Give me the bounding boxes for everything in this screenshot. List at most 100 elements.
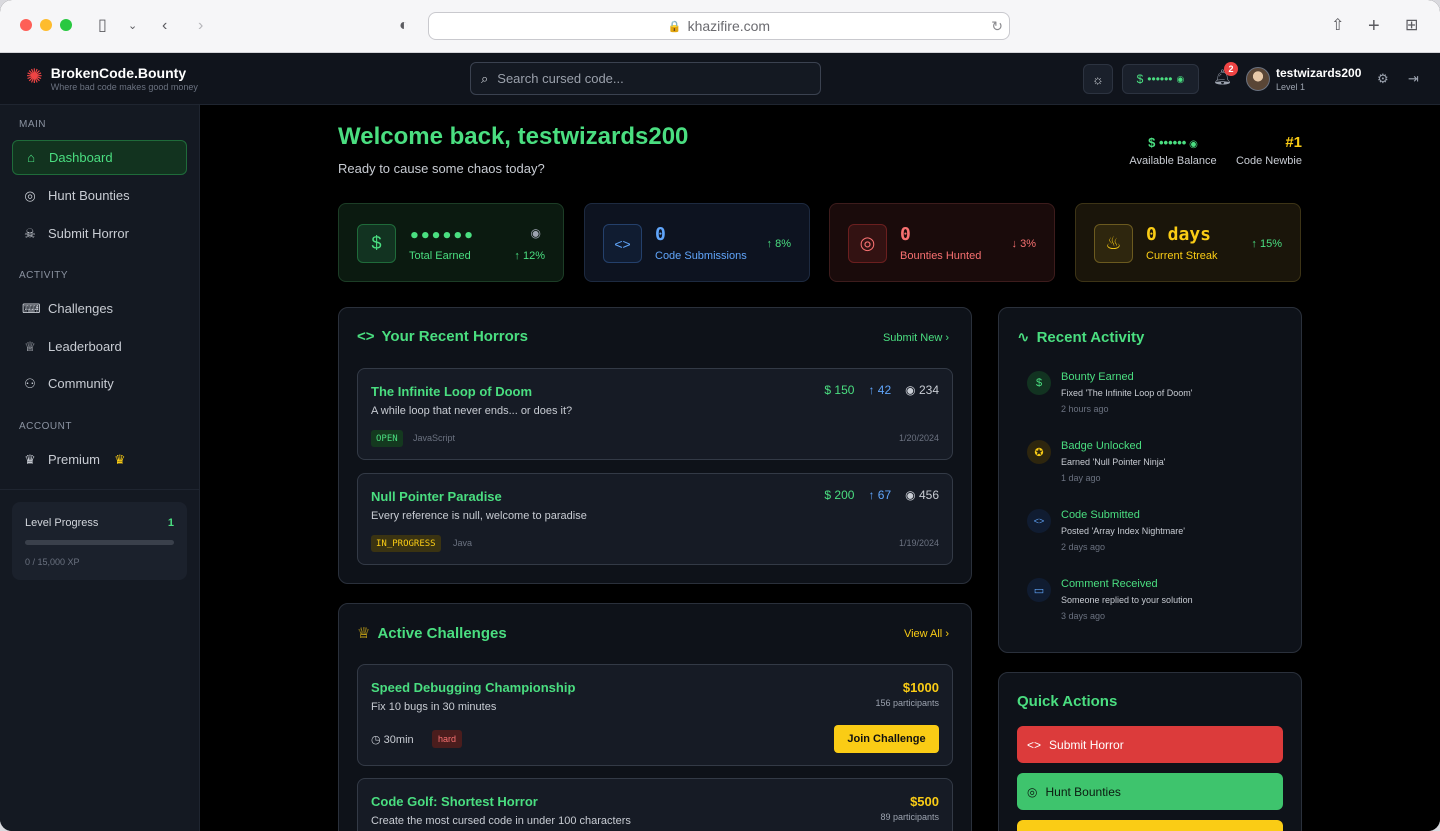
challenge-participants: 89 participants [880,812,939,822]
stat-value: 0 [900,224,911,245]
recent-activity-panel: ∿ Recent Activity $ Bounty Earned Fixed … [998,307,1302,653]
shield-icon[interactable]: ◐ [399,14,409,38]
users-icon: ⚇ [24,375,36,391]
activity-title: Bounty Earned [1061,371,1134,383]
quick-actions-title: Quick Actions [1017,693,1118,710]
challenge-reward: $1000 [902,680,939,695]
recent-horrors-panel: <> Your Recent Horrors Submit New › The … [338,307,972,584]
sidebar-item-community[interactable]: ⚇ Community [12,366,187,401]
horror-stats: $ 150 ↑ 42 ◉ 234 [824,383,939,397]
gear-icon[interactable]: ⚙ [1377,71,1389,87]
challenge-title[interactable]: Code Golf: Shortest Horror [371,794,538,809]
stat-label: Current Streak [1146,250,1218,262]
sidebar-item-label: Dashboard [49,150,113,165]
submit-new-link[interactable]: Submit New › [883,332,949,344]
stat-value: 0 days [1146,224,1212,245]
list-item[interactable]: Null Pointer Paradise Every reference is… [357,473,953,565]
horror-date: 1/19/2024 [898,538,939,548]
address-bar[interactable]: 🔒 khazifire.com ↻ [428,12,1010,40]
sidebar-item-leaderboard[interactable]: ♕ Leaderboard [12,329,187,364]
chevron-right-icon: › [945,628,949,640]
stat-label: Total Earned [409,250,471,262]
eye-icon[interactable]: ◉ [531,226,541,240]
sidebar-item-challenges[interactable]: ⌨ Challenges [12,291,187,326]
challenge-participants: 156 participants [875,698,939,708]
search-input[interactable]: ⌕ Search cursed code... [470,62,821,95]
target-icon: ◎ [1027,784,1038,799]
forward-icon[interactable]: › [198,14,203,38]
sidebar-item-submit-horror[interactable]: ☠ Submit Horror [12,216,187,251]
minimize-window-button[interactable] [40,19,52,31]
tab-overview-icon[interactable]: ⊞ [1405,14,1418,38]
rank-label: Code Newbie [1235,155,1302,167]
maximize-window-button[interactable] [60,19,72,31]
target-icon: ◎ [24,187,36,203]
close-window-button[interactable] [20,19,32,31]
challenge-description: Fix 10 bugs in 30 minutes [371,701,497,713]
view-value: 234 [918,383,939,397]
skull-icon: ☠ [24,225,36,241]
back-icon[interactable]: ‹ [162,14,167,38]
reload-icon[interactable]: ↻ [991,18,1003,35]
user-level: Level 1 [1276,82,1306,92]
page-subtitle: Ready to cause some chaos today? [338,161,545,176]
new-tab-icon[interactable]: + [1368,14,1380,38]
badge-icon: ✪ [1027,440,1051,464]
quick-action-button[interactable] [1017,820,1283,831]
horror-title[interactable]: Null Pointer Paradise [371,489,502,504]
chevron-right-icon: › [945,332,949,344]
sidebar-item-premium[interactable]: ♛ Premium ♛ [12,442,187,477]
sidebar-item-label: Hunt Bounties [48,188,130,203]
logout-icon[interactable]: ⇥ [1408,71,1419,87]
sidebar-item-label: Leaderboard [48,339,122,354]
balance-button[interactable]: $ •••••• ◉ [1122,64,1199,94]
activity-title: Comment Received [1061,578,1158,590]
activity-title: Code Submitted [1061,509,1140,521]
challenge-description: Create the most cursed code in under 100… [371,815,631,827]
list-item[interactable]: The Infinite Loop of Doom A while loop t… [357,368,953,460]
theme-toggle-button[interactable]: ☼ [1083,64,1113,94]
stat-label: Bounties Hunted [900,250,982,262]
activity-item: $ Bounty Earned Fixed 'The Infinite Loop… [1027,371,1287,421]
chevron-down-icon[interactable]: ⌄ [128,14,137,38]
vote-value: 42 [877,383,892,397]
trophy-icon: ♕ [24,338,36,354]
flame-icon: ♨ [1094,224,1133,263]
activity-time: 2 hours ago [1061,404,1109,414]
sidebar-item-dashboard[interactable]: ⌂ Dashboard [12,140,187,175]
clock-icon: ◷ [371,734,381,746]
challenge-title[interactable]: Speed Debugging Championship [371,680,575,695]
eye-icon[interactable]: ◉ [1186,139,1198,150]
target-icon: ◎ [848,224,887,263]
bounty-amount: $ 200 [824,488,855,502]
eye-icon: ◉ [1176,73,1185,84]
activity-icon: ∿ [1017,329,1030,346]
sidebar-divider [0,489,200,490]
list-item[interactable]: Code Golf: Shortest Horror Create the mo… [357,778,953,831]
sidebar-toggle-icon[interactable]: ▯ [98,14,107,38]
submit-horror-button[interactable]: <> Submit Horror [1017,726,1283,763]
status-badge: OPEN [371,430,403,447]
view-all-label: View All [903,628,943,640]
user-name[interactable]: testwizards200 [1276,66,1361,80]
join-challenge-button[interactable]: Join Challenge [834,725,939,753]
brand-logo[interactable]: ✺ BrokenCode.Bounty Where bad code makes… [26,65,198,93]
sidebar-item-hunt-bounties[interactable]: ◎ Hunt Bounties [12,178,187,213]
section-label-activity: ACTIVITY [19,270,69,281]
horror-description: Every reference is null, welcome to para… [371,510,587,522]
panel-title: ∿ Recent Activity [1017,328,1145,347]
view-count: ◉ 234 [905,383,939,397]
share-icon[interactable]: ⇧ [1331,14,1344,38]
view-all-link[interactable]: View All › [904,628,949,640]
horror-title[interactable]: The Infinite Loop of Doom [371,384,532,399]
lock-icon: 🔒 [667,20,682,33]
recent-horrors-title: Your Recent Horrors [381,328,528,345]
crown-outline-icon: ♛ [24,451,36,467]
avatar[interactable] [1246,67,1270,91]
brand-tagline: Where bad code makes good money [50,82,198,92]
trophy-icon: ♕ [357,625,371,642]
list-item[interactable]: Speed Debugging Championship Fix 10 bugs… [357,664,953,766]
balance-masked: •••••• [1147,72,1173,86]
recent-activity-title: Recent Activity [1036,328,1145,346]
hunt-bounties-button[interactable]: ◎ Hunt Bounties [1017,773,1283,810]
